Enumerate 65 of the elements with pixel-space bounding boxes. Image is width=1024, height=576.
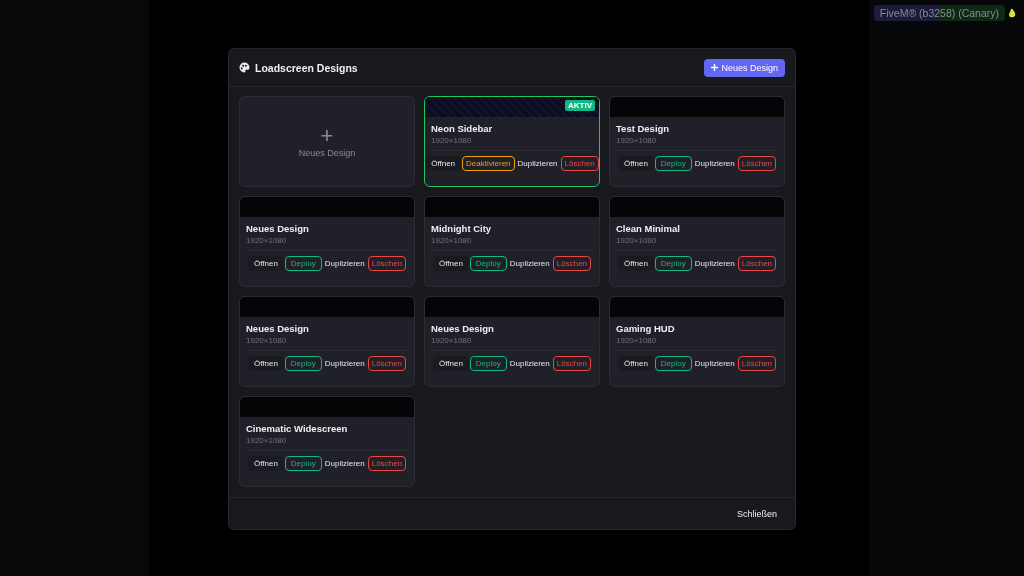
open-button[interactable]: Öffnen xyxy=(617,156,654,171)
duplicate-button[interactable]: Duplizieren xyxy=(507,356,552,371)
delete-button[interactable]: Löschen xyxy=(367,356,407,371)
duplicate-button[interactable]: Duplizieren xyxy=(692,156,737,171)
duplicate-button[interactable]: Duplizieren xyxy=(692,356,737,371)
duplicate-button[interactable]: Duplizieren xyxy=(322,456,367,471)
design-name: Test Design xyxy=(616,123,671,134)
duplicate-button[interactable]: Duplizieren xyxy=(322,356,367,371)
resolution-text: 1920×1080 xyxy=(431,236,473,245)
active-badge: AKTIV xyxy=(565,100,595,111)
duplicate-button[interactable]: Duplizieren xyxy=(322,256,367,271)
resolution-text: 1920×1080 xyxy=(616,236,658,245)
duplicate-button[interactable]: Duplizieren xyxy=(692,256,737,271)
duplicate-button[interactable]: Duplizieren xyxy=(515,156,560,171)
delete-button[interactable]: Löschen xyxy=(737,156,777,171)
new-design-card[interactable]: + Neues Design xyxy=(239,96,415,187)
dialog-title: Loadscreen Designs xyxy=(255,61,358,74)
new-design-label: Neues Design xyxy=(298,147,356,158)
design-name: Neues Design xyxy=(431,323,495,334)
design-name: Clean Minimal xyxy=(616,223,681,234)
design-name: Neues Design xyxy=(246,323,310,334)
resolution-text: 1920×1080 xyxy=(246,236,288,245)
deploy-button[interactable]: Deploy xyxy=(654,156,692,171)
open-button[interactable]: Öffnen xyxy=(425,156,462,171)
app-title: FiveM® (b3258) (Canary) xyxy=(873,5,1005,21)
plus-icon: + xyxy=(320,125,334,146)
pear-icon xyxy=(1008,8,1016,18)
open-button[interactable]: Öffnen xyxy=(247,256,284,271)
design-name: Cinematic Widescreen xyxy=(246,423,349,434)
open-button[interactable]: Öffnen xyxy=(247,456,284,471)
deploy-button[interactable]: Deploy xyxy=(654,256,692,271)
close-button[interactable]: Schließen xyxy=(730,505,783,522)
design-name: Midnight City xyxy=(431,223,493,234)
open-button[interactable]: Öffnen xyxy=(617,256,654,271)
plus-icon xyxy=(711,64,719,71)
open-button[interactable]: Öffnen xyxy=(247,356,284,371)
deploy-button[interactable]: Deploy xyxy=(469,256,507,271)
resolution-text: 1920×1080 xyxy=(431,336,473,345)
delete-button[interactable]: Löschen xyxy=(552,256,592,271)
resolution-text: 1920×1080 xyxy=(246,436,288,445)
design-name: Gaming HUD xyxy=(616,323,676,334)
delete-button[interactable]: Löschen xyxy=(737,256,777,271)
deploy-button[interactable]: Deploy xyxy=(284,356,322,371)
delete-button[interactable]: Löschen xyxy=(552,356,592,371)
open-button[interactable]: Öffnen xyxy=(432,356,469,371)
open-button[interactable]: Öffnen xyxy=(617,356,654,371)
delete-button[interactable]: Löschen xyxy=(737,356,777,371)
delete-button[interactable]: Löschen xyxy=(367,256,407,271)
deploy-button[interactable]: Deploy xyxy=(284,456,322,471)
resolution-text: 1920×1080 xyxy=(246,336,288,345)
design-name: Neon Sidebar xyxy=(431,123,494,134)
delete-button[interactable]: Löschen xyxy=(560,156,599,171)
resolution-text: 1920×1080 xyxy=(616,336,658,345)
palette-icon xyxy=(239,62,250,73)
delete-button[interactable]: Löschen xyxy=(367,456,407,471)
resolution-text: 1920×1080 xyxy=(616,136,658,145)
deploy-button[interactable]: Deploy xyxy=(469,356,507,371)
open-button[interactable]: Öffnen xyxy=(432,256,469,271)
duplicate-button[interactable]: Duplizieren xyxy=(507,256,552,271)
new-design-button[interactable]: Neues Design xyxy=(704,58,785,77)
deploy-button[interactable]: Deploy xyxy=(654,356,692,371)
resolution-text: 1920×1080 xyxy=(431,136,473,145)
deactivate-button[interactable]: Deaktivieren xyxy=(462,156,515,171)
design-name: Neues Design xyxy=(246,223,310,234)
deploy-button[interactable]: Deploy xyxy=(284,256,322,271)
